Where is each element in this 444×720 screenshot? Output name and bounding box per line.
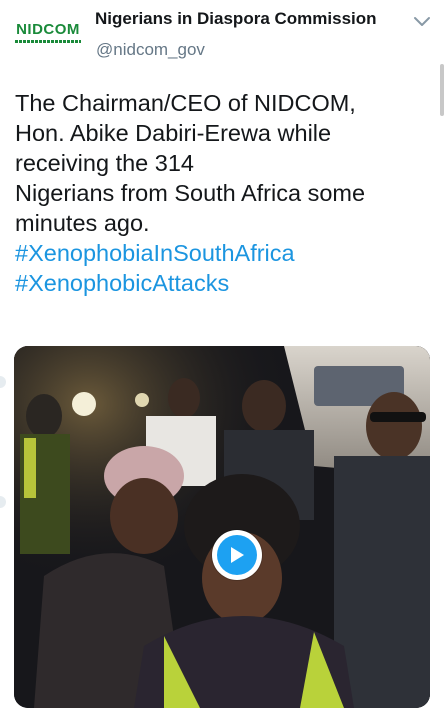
hashtag-link[interactable]: #XenophobiaInSouthAfrica [15,238,435,268]
tweet-header: NIDCOM Nigerians in Diaspora Commission … [0,0,444,76]
logo-tagline-strip [15,39,81,43]
timeline-edge-marker [0,496,6,508]
tweet-text-line: Hon. Abike Dabiri-Erewa while [15,120,332,146]
account-handle[interactable]: @nidcom_gov [96,40,205,60]
tweet-text: The Chairman/CEO of NIDCOM, Hon. Abike D… [15,88,435,298]
display-name[interactable]: Nigerians in Diaspora Commission [95,9,377,29]
tweet-text-line: minutes ago. [15,210,150,236]
tweet-text-line: Nigerians from South Africa some [15,180,366,206]
video-thumbnail[interactable] [14,346,430,708]
avatar[interactable]: NIDCOM [10,12,86,52]
timeline-edge-marker [0,376,6,388]
scrollbar[interactable] [440,64,444,116]
video-frame [14,346,430,708]
tweet-text-line: receiving the 314 [15,150,194,176]
play-icon [217,535,257,575]
chevron-down-icon[interactable] [410,12,434,32]
nidcom-logo: NIDCOM [16,20,80,38]
tweet-page: NIDCOM Nigerians in Diaspora Commission … [0,0,444,720]
play-button[interactable] [212,530,262,580]
hashtag-link[interactable]: #XenophobicAttacks [15,268,435,298]
tweet-text-line: The Chairman/CEO of NIDCOM, [15,90,356,116]
